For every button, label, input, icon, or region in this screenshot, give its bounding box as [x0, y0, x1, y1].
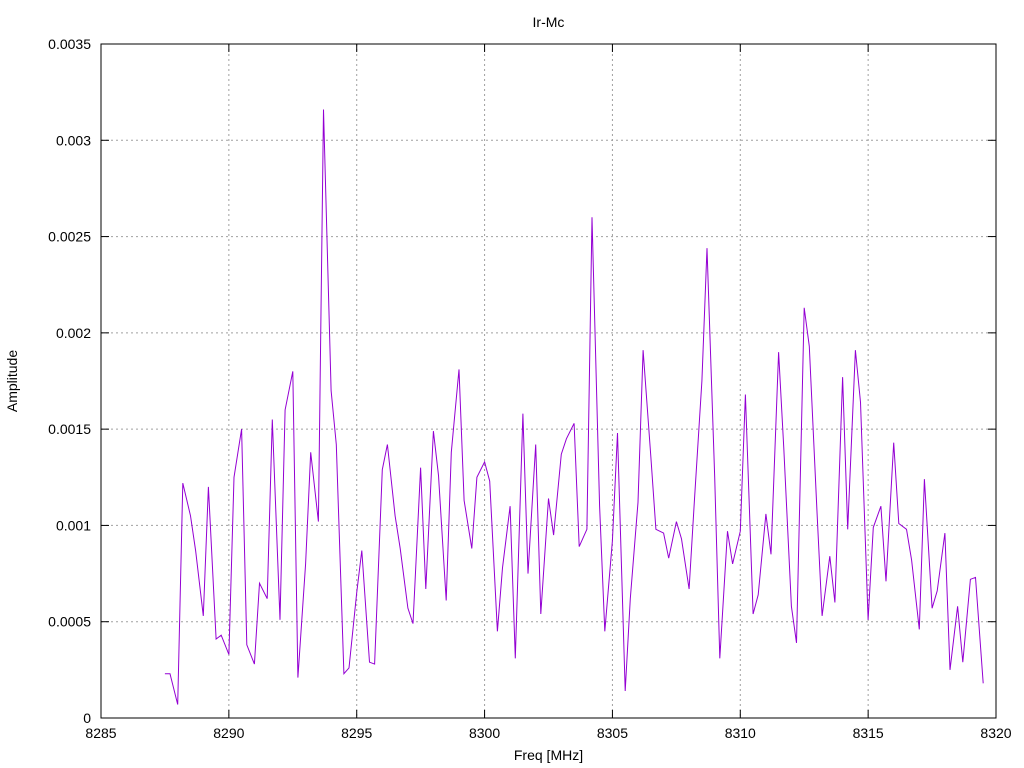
x-tick-label: 8315 [853, 725, 884, 741]
x-tick-label: 8310 [725, 725, 756, 741]
x-axis-label: Freq [MHz] [514, 747, 583, 763]
x-tick-label: 8285 [85, 725, 116, 741]
y-tick-label: 0.001 [56, 517, 91, 533]
y-tick-label: 0.0025 [48, 229, 91, 245]
y-tick-label: 0.0035 [48, 36, 91, 52]
x-tick-label: 8290 [213, 725, 244, 741]
series-line [164, 109, 984, 705]
plot-frame [100, 43, 997, 719]
x-tick-label: 8305 [597, 725, 628, 741]
y-tick-labels: 0 0.0005 0.001 0.0015 0.002 0.0025 0.003 0.0035 [48, 36, 91, 726]
chart: 8285 8290 8295 8300 8305 8310 8315 8320 0 0.0005… [4, 14, 1012, 763]
y-tick-label: 0.0005 [48, 614, 91, 630]
axis-ticks [100, 43, 997, 719]
y-tick-label: 0.002 [56, 325, 91, 341]
y-tick-label: 0.0015 [48, 421, 91, 437]
y-tick-label: 0.003 [56, 132, 91, 148]
y-tick-label: 0 [83, 710, 91, 726]
x-tick-label: 8295 [341, 725, 372, 741]
series-group [164, 109, 984, 705]
chart-title: Ir-Mc [533, 14, 565, 30]
x-tick-label: 8320 [980, 725, 1011, 741]
y-axis-label: Amplitude [4, 350, 20, 412]
x-tick-label: 8300 [469, 725, 500, 741]
x-tick-labels: 8285 8290 8295 8300 8305 8310 8315 8320 [85, 725, 1011, 741]
grid-lines [101, 44, 996, 718]
